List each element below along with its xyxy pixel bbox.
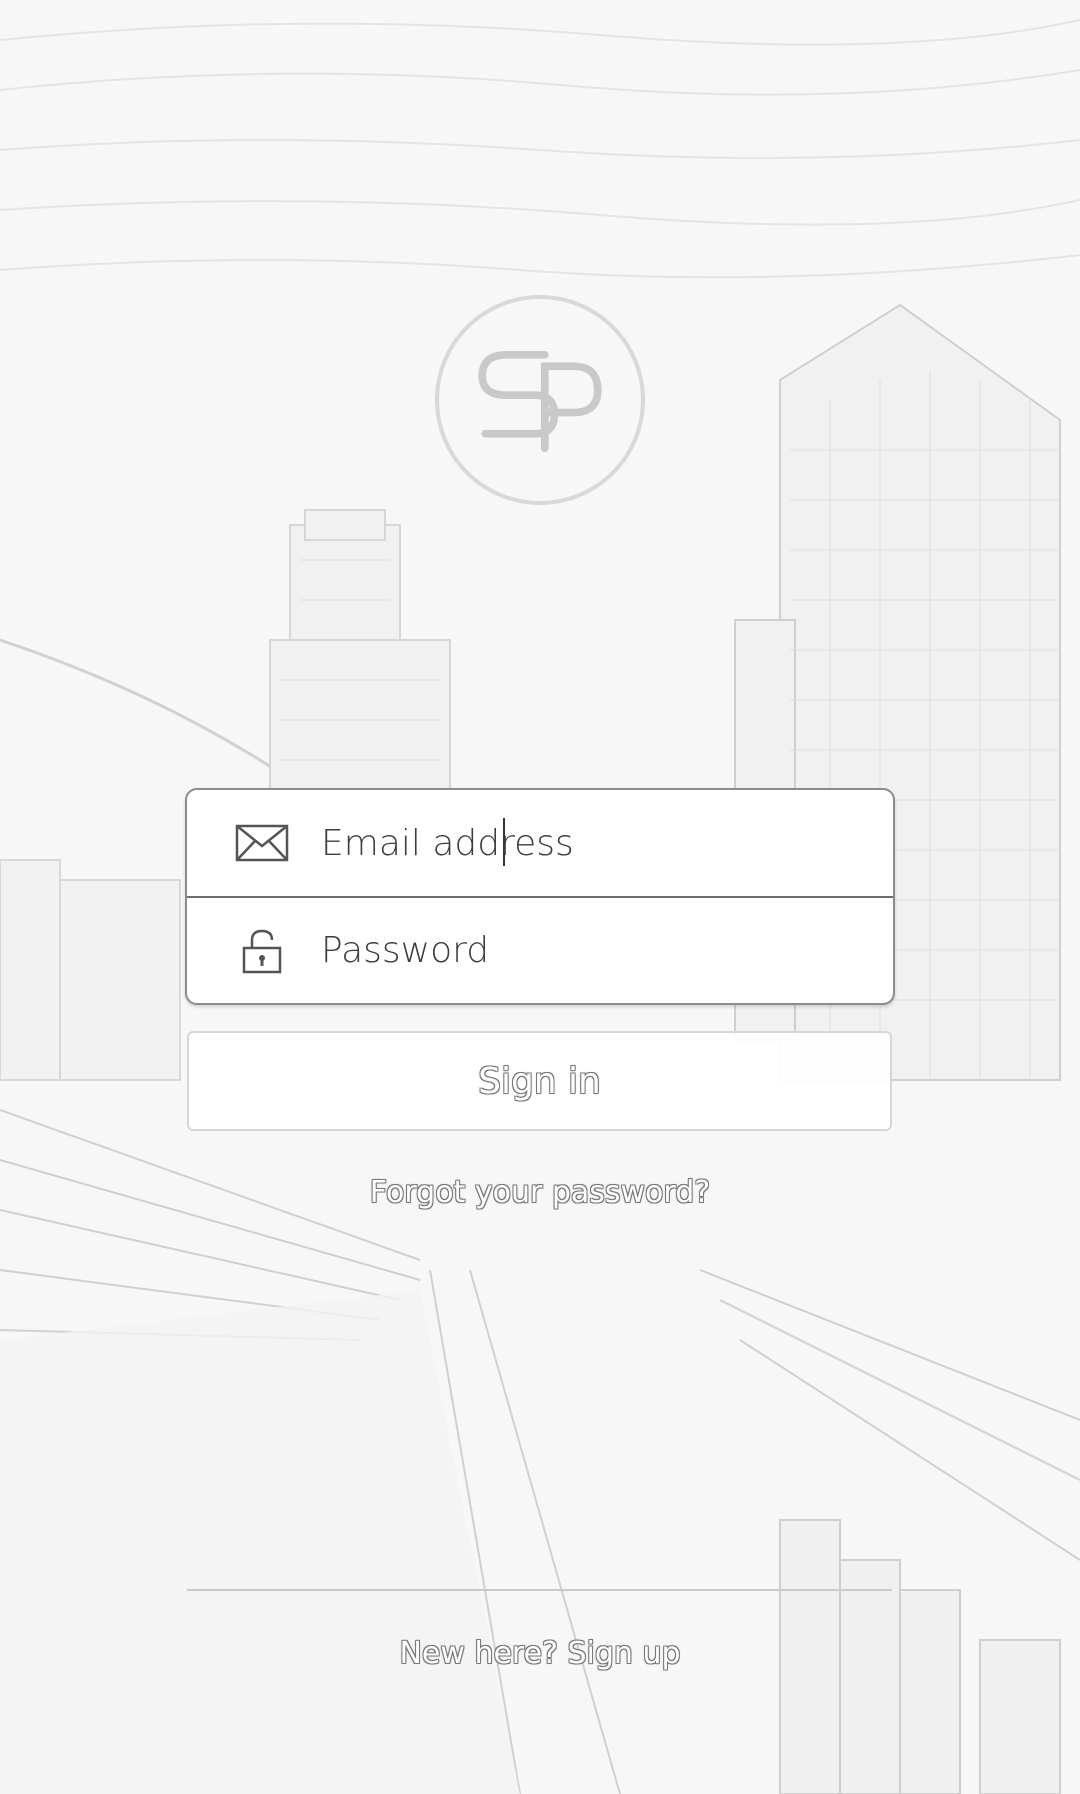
forgot-password-link[interactable]: Forgot your password? [0, 1175, 1080, 1210]
sign-in-label: Sign in [478, 1060, 601, 1102]
envelope-icon [227, 813, 297, 873]
email-row [187, 790, 893, 898]
sp-logo-icon [478, 350, 602, 452]
password-input[interactable] [319, 919, 873, 982]
sign-in-button[interactable]: Sign in [187, 1031, 892, 1131]
app-logo [435, 295, 645, 505]
credentials-card [185, 788, 895, 1005]
lock-icon [227, 921, 297, 981]
password-row [187, 898, 893, 1003]
divider [187, 1589, 892, 1591]
sign-up-link[interactable]: New here? Sign up [0, 1636, 1080, 1671]
email-input[interactable] [319, 812, 873, 874]
